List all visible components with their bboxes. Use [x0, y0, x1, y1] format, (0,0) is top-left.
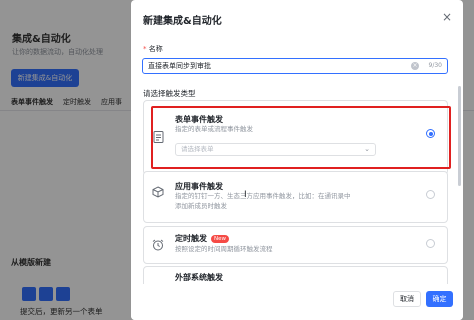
name-input-value: 直接表单同步到审批 [148, 62, 211, 70]
clear-icon[interactable]: × [411, 62, 419, 70]
trigger-type-label: 请选择触发类型 [143, 89, 196, 98]
name-input[interactable]: 直接表单同步到审批 × 9/30 [142, 58, 448, 74]
required-mark: * [143, 45, 147, 53]
scrollbar[interactable] [458, 86, 461, 186]
card-description-line2: 添加新成员时触发 [175, 202, 227, 210]
radio-selected[interactable] [426, 129, 435, 138]
document-icon [152, 131, 164, 143]
card-description: 指定的表单或流程事件触发 [175, 125, 253, 133]
confirm-button[interactable]: 确定 [426, 291, 453, 307]
new-badge: New [211, 235, 229, 243]
new-integration-dialog: 新建集成&自动化 × * 名称 直接表单同步到审批 × 9/30 请选择触发类型… [131, 0, 463, 320]
cube-icon [152, 186, 164, 198]
close-icon[interactable]: × [442, 10, 452, 24]
dialog-footer: 取消 确定 [131, 284, 463, 320]
radio-unselected[interactable] [426, 190, 435, 199]
card-description: 按照设定的时间周期循环触发流程 [175, 245, 273, 253]
card-title: 外部系统触发 [175, 273, 223, 282]
trigger-card-app-event[interactable]: 应用事件触发 指定的钉钉一方、生态三方应用事件触发，比如：在通讯录中 添加新成员… [143, 171, 448, 223]
text-cursor-icon: I [244, 190, 247, 200]
trigger-card-scheduled[interactable]: 定时触发 New 按照设定的时间周期循环触发流程 [143, 226, 448, 264]
card-description: 指定的钉钉一方、生态三方应用事件触发，比如：在通讯录中 [175, 192, 351, 200]
alarm-clock-icon [152, 239, 164, 251]
chevron-down-icon: ⌄ [364, 145, 370, 153]
dialog-title: 新建集成&自动化 [143, 16, 222, 27]
name-label: * 名称 [143, 45, 163, 53]
card-title: 定时触发 New [175, 233, 229, 244]
trigger-card-form-event[interactable]: 表单事件触发 指定的表单或流程事件触发 请选择表单 ⌄ [143, 100, 448, 175]
name-char-count: 9/30 [428, 62, 442, 69]
form-select[interactable]: 请选择表单 ⌄ [175, 143, 376, 156]
form-select-placeholder: 请选择表单 [181, 145, 214, 153]
radio-unselected[interactable] [426, 239, 435, 248]
cancel-button[interactable]: 取消 [393, 291, 421, 307]
